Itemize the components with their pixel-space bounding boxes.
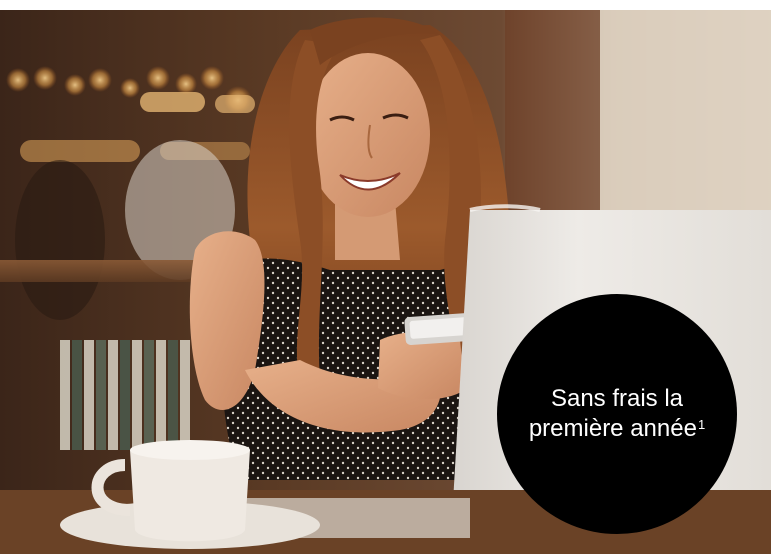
promo-badge: Sans frais la première année1 (497, 294, 737, 534)
badge-text-line1: Sans frais la (550, 385, 684, 412)
hero-photo: Sans frais la première année1 (0, 10, 771, 554)
badge-text-line2-main: première année (528, 415, 697, 442)
badge-text-line2: première année1 (529, 414, 705, 444)
promo-banner: Sans frais la première année1 (0, 0, 771, 554)
badge-footnote-marker: 1 (697, 417, 706, 432)
